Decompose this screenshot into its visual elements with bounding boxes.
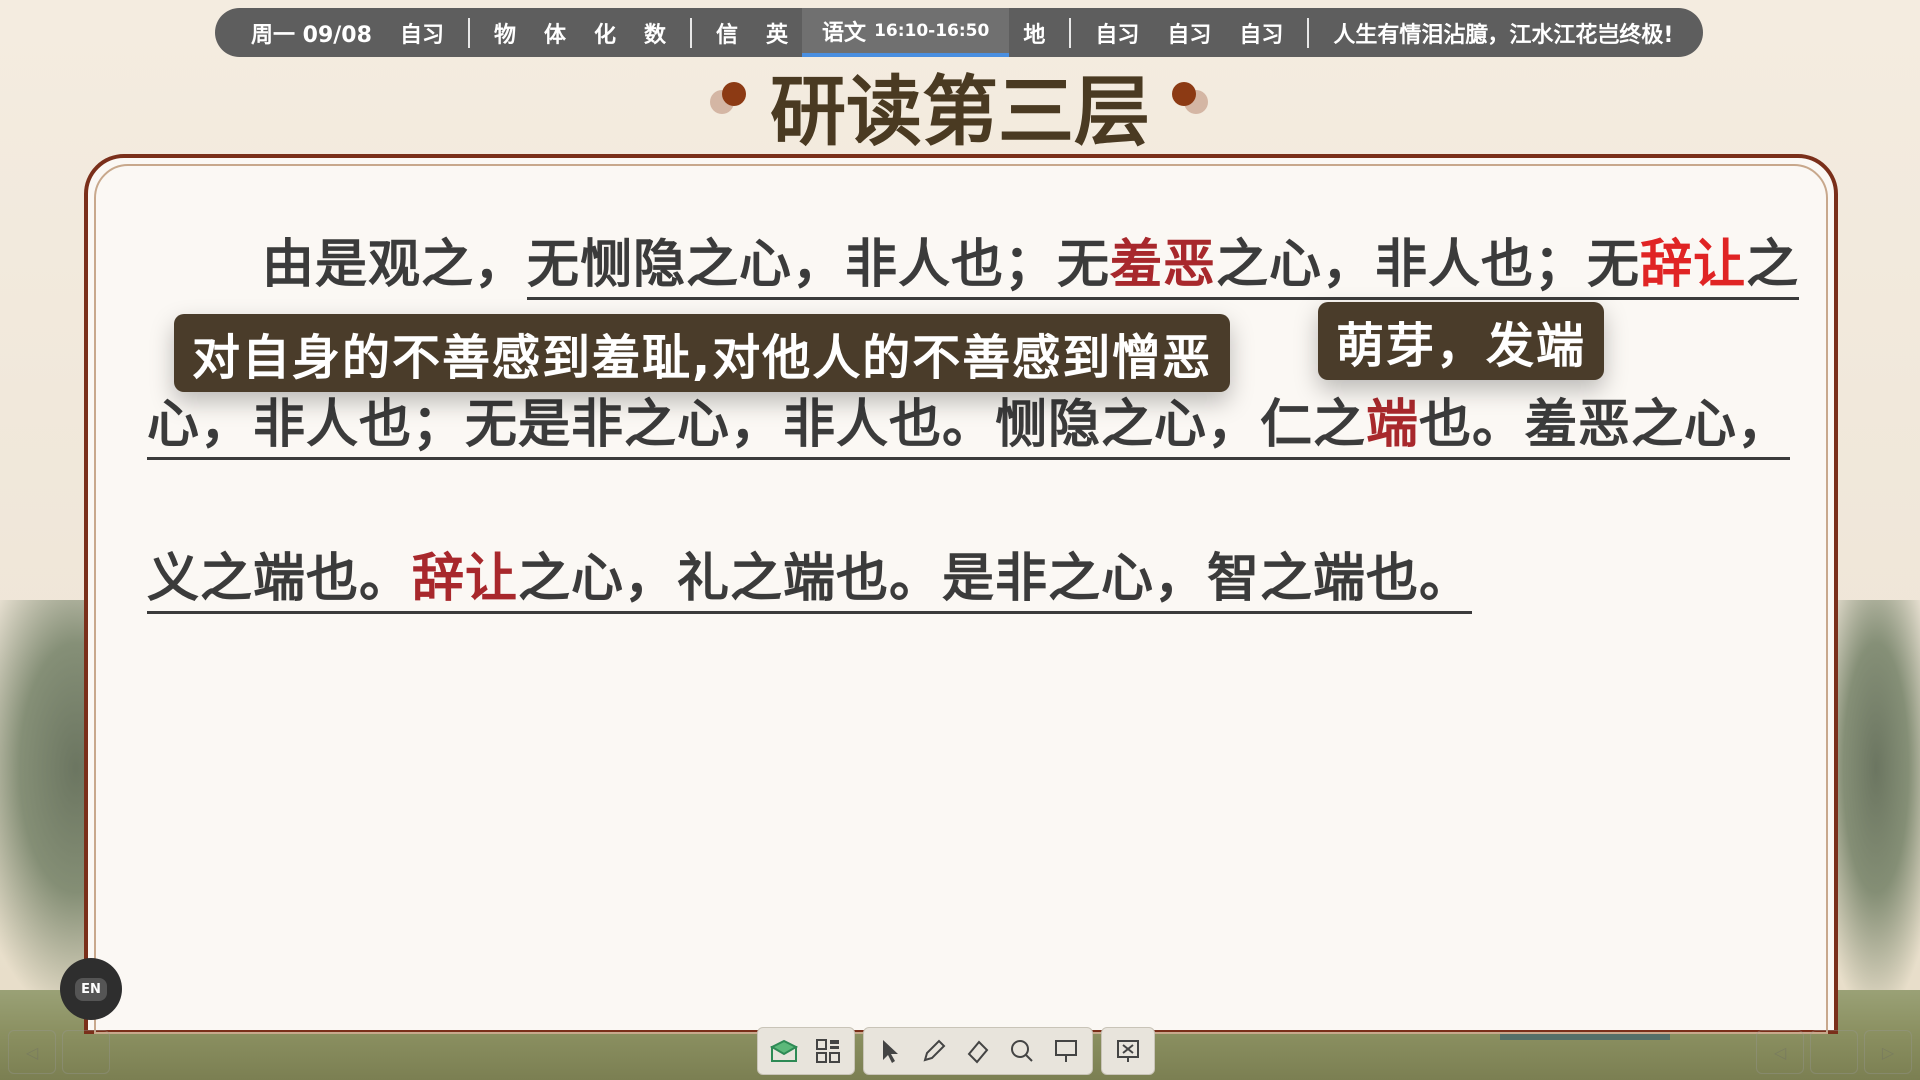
schedule-date: 周一 09/08 <box>251 22 372 48</box>
schedule-item: 化 <box>593 22 616 48</box>
schedule-item: 体 <box>543 22 566 48</box>
underlined-text: 义之端也。辞让之心，礼之端也。是非之心，智之端也。 <box>147 549 1473 614</box>
close-screen-icon[interactable] <box>1106 1031 1150 1071</box>
toolbar-group <box>863 1027 1093 1075</box>
schedule-item: 物 <box>493 22 516 48</box>
schedule-item: 信 <box>716 22 739 48</box>
eraser-icon[interactable] <box>956 1031 1000 1071</box>
page-nav-right: ◁ ▷ <box>1756 1030 1912 1074</box>
divider <box>467 17 470 48</box>
highlight-word: 羞恶 <box>1110 235 1217 295</box>
current-subject: 语文 <box>822 20 867 46</box>
text-segment: 心，非人也；无是非之心，非人也。恻隐之心，仁之 <box>147 395 1367 455</box>
divider <box>1307 17 1310 48</box>
underlined-text: 无恻隐之心，非人也；无羞恶之心，非人也；无辞让之 <box>527 235 1800 300</box>
schedule-item: 自习 <box>1239 22 1284 48</box>
pen-icon[interactable] <box>912 1031 956 1071</box>
prev-page-button[interactable]: ◁ <box>8 1030 56 1074</box>
highlight-word: 辞让 <box>1640 235 1747 295</box>
grid-icon[interactable] <box>806 1031 850 1071</box>
bottom-toolbar <box>757 1027 1155 1075</box>
schedule-item: 地 <box>1023 22 1046 48</box>
prev-page-button[interactable]: ◁ <box>1756 1030 1804 1074</box>
underlined-text: 心，非人也；无是非之心，非人也。恻隐之心，仁之端也。羞恶之心， <box>147 395 1791 460</box>
highlight-word: 端 <box>1366 395 1420 455</box>
text-segment: 由是观之， <box>262 235 528 295</box>
text-line-3: 义之端也。辞让之心，礼之端也。是非之心，智之端也。 <box>147 536 1473 614</box>
schedule-item: 自习 <box>1167 22 1212 48</box>
annotation-tooltip-duan: 萌芽，发端 <box>1318 302 1605 380</box>
envelope-icon[interactable] <box>762 1031 806 1071</box>
text-segment: 也。羞恶之心， <box>1419 395 1791 455</box>
schedule-item: 自习 <box>399 22 444 48</box>
next-page-button[interactable]: ▷ <box>1864 1030 1912 1074</box>
toolbar-group <box>757 1027 855 1075</box>
schedule-item: 英 <box>766 22 789 48</box>
schedule-item: 自习 <box>1095 22 1140 48</box>
input-method-badge[interactable]: EN <box>60 958 122 1020</box>
search-icon[interactable] <box>1000 1031 1044 1071</box>
toolbar-group <box>1101 1027 1155 1075</box>
text-segment: 无恻隐之心，非人也；无 <box>527 235 1111 295</box>
whiteboard-icon[interactable] <box>1044 1031 1088 1071</box>
text-segment: 之心，非人也；无 <box>1216 235 1641 295</box>
slide-title: 研读第三层 <box>770 67 1150 156</box>
schedule-item: 数 <box>644 22 667 48</box>
text-line-1: 由是观之，无恻隐之心，非人也；无羞恶之心，非人也；无辞让之 <box>262 222 1800 300</box>
title-dot-right <box>1172 82 1196 106</box>
pointer-icon[interactable] <box>868 1031 912 1071</box>
text-segment: 之 <box>1746 235 1800 295</box>
text-line-2: 心，非人也；无是非之心，非人也。恻隐之心，仁之端也。羞恶之心， <box>147 382 1791 460</box>
page-indicator <box>1810 1030 1858 1074</box>
text-segment: 义之端也。 <box>147 549 413 609</box>
divider <box>1069 17 1072 48</box>
page-nav-left: ◁ <box>8 1030 110 1074</box>
divider <box>690 17 693 48</box>
highlight-word: 辞让 <box>412 549 519 609</box>
motto: 人生有情泪沾臆，江水江花岂终极! <box>1333 22 1674 48</box>
current-time: 16:10-16:50 <box>874 20 990 41</box>
annotation-tooltip-xiuwu: 对自身的不善感到羞耻,对他人的不善感到憎恶 <box>174 314 1231 392</box>
text-segment: 之心，礼之端也。是非之心，智之端也。 <box>518 549 1473 609</box>
page-indicator <box>62 1030 110 1074</box>
